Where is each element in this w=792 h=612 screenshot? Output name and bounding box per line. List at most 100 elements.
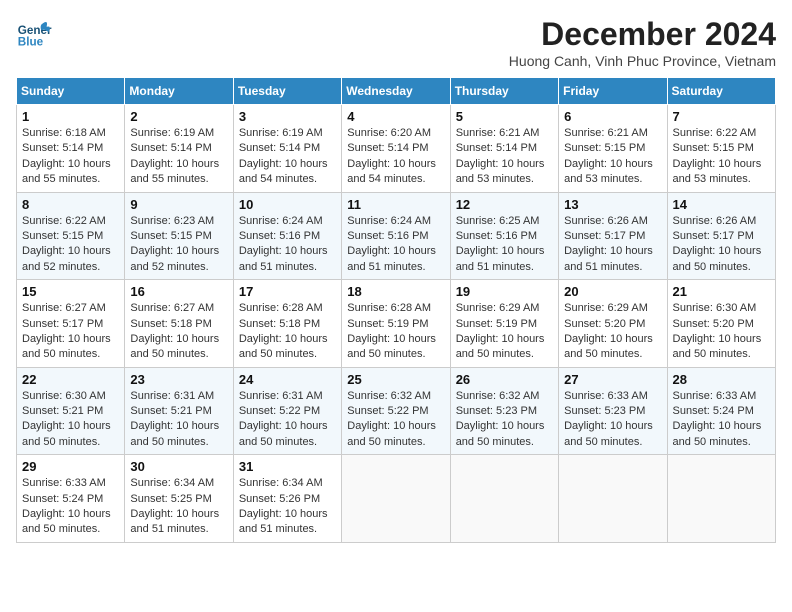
- table-row: 15 Sunrise: 6:27 AM Sunset: 5:17 PM Dayl…: [17, 280, 125, 368]
- day-info: Sunrise: 6:30 AM Sunset: 5:21 PM Dayligh…: [22, 389, 119, 451]
- day-info: Sunrise: 6:30 AM Sunset: 5:20 PM Dayligh…: [673, 301, 770, 363]
- day-number: 26: [456, 372, 553, 387]
- day-info: Sunrise: 6:33 AM Sunset: 5:24 PM Dayligh…: [673, 389, 770, 451]
- logo-icon: General Blue: [16, 16, 52, 52]
- calendar-week-row: 8 Sunrise: 6:22 AM Sunset: 5:15 PM Dayli…: [17, 192, 776, 280]
- calendar-week-row: 15 Sunrise: 6:27 AM Sunset: 5:17 PM Dayl…: [17, 280, 776, 368]
- day-info: Sunrise: 6:34 AM Sunset: 5:25 PM Dayligh…: [130, 476, 227, 538]
- day-number: 8: [22, 197, 119, 212]
- table-row: 22 Sunrise: 6:30 AM Sunset: 5:21 PM Dayl…: [17, 367, 125, 455]
- day-number: 27: [564, 372, 661, 387]
- day-number: 4: [347, 109, 444, 124]
- col-thursday: Thursday: [450, 78, 558, 105]
- day-number: 3: [239, 109, 336, 124]
- day-number: 1: [22, 109, 119, 124]
- page-header: General Blue December 2024 Huong Canh, V…: [16, 16, 776, 69]
- col-monday: Monday: [125, 78, 233, 105]
- day-number: 7: [673, 109, 770, 124]
- table-row: 20 Sunrise: 6:29 AM Sunset: 5:20 PM Dayl…: [559, 280, 667, 368]
- table-row: 4 Sunrise: 6:20 AM Sunset: 5:14 PM Dayli…: [342, 105, 450, 193]
- day-number: 16: [130, 284, 227, 299]
- day-number: 30: [130, 459, 227, 474]
- table-row: 8 Sunrise: 6:22 AM Sunset: 5:15 PM Dayli…: [17, 192, 125, 280]
- location: Huong Canh, Vinh Phuc Province, Vietnam: [509, 53, 776, 69]
- table-row: 23 Sunrise: 6:31 AM Sunset: 5:21 PM Dayl…: [125, 367, 233, 455]
- calendar-header-row: Sunday Monday Tuesday Wednesday Thursday…: [17, 78, 776, 105]
- table-row: 6 Sunrise: 6:21 AM Sunset: 5:15 PM Dayli…: [559, 105, 667, 193]
- day-info: Sunrise: 6:32 AM Sunset: 5:22 PM Dayligh…: [347, 389, 444, 451]
- table-row: 30 Sunrise: 6:34 AM Sunset: 5:25 PM Dayl…: [125, 455, 233, 543]
- title-block: December 2024 Huong Canh, Vinh Phuc Prov…: [509, 16, 776, 69]
- day-number: 18: [347, 284, 444, 299]
- day-info: Sunrise: 6:31 AM Sunset: 5:22 PM Dayligh…: [239, 389, 336, 451]
- table-row: 16 Sunrise: 6:27 AM Sunset: 5:18 PM Dayl…: [125, 280, 233, 368]
- day-number: 17: [239, 284, 336, 299]
- day-info: Sunrise: 6:19 AM Sunset: 5:14 PM Dayligh…: [130, 126, 227, 188]
- day-number: 12: [456, 197, 553, 212]
- table-row: 26 Sunrise: 6:32 AM Sunset: 5:23 PM Dayl…: [450, 367, 558, 455]
- col-sunday: Sunday: [17, 78, 125, 105]
- table-row: 21 Sunrise: 6:30 AM Sunset: 5:20 PM Dayl…: [667, 280, 775, 368]
- day-number: 6: [564, 109, 661, 124]
- day-number: 31: [239, 459, 336, 474]
- col-friday: Friday: [559, 78, 667, 105]
- table-row: [450, 455, 558, 543]
- day-info: Sunrise: 6:19 AM Sunset: 5:14 PM Dayligh…: [239, 126, 336, 188]
- day-info: Sunrise: 6:21 AM Sunset: 5:14 PM Dayligh…: [456, 126, 553, 188]
- day-info: Sunrise: 6:25 AM Sunset: 5:16 PM Dayligh…: [456, 214, 553, 276]
- table-row: [559, 455, 667, 543]
- day-number: 28: [673, 372, 770, 387]
- table-row: 31 Sunrise: 6:34 AM Sunset: 5:26 PM Dayl…: [233, 455, 341, 543]
- table-row: 24 Sunrise: 6:31 AM Sunset: 5:22 PM Dayl…: [233, 367, 341, 455]
- day-number: 19: [456, 284, 553, 299]
- day-info: Sunrise: 6:24 AM Sunset: 5:16 PM Dayligh…: [347, 214, 444, 276]
- day-info: Sunrise: 6:20 AM Sunset: 5:14 PM Dayligh…: [347, 126, 444, 188]
- day-number: 25: [347, 372, 444, 387]
- day-info: Sunrise: 6:23 AM Sunset: 5:15 PM Dayligh…: [130, 214, 227, 276]
- day-info: Sunrise: 6:18 AM Sunset: 5:14 PM Dayligh…: [22, 126, 119, 188]
- day-info: Sunrise: 6:27 AM Sunset: 5:17 PM Dayligh…: [22, 301, 119, 363]
- day-info: Sunrise: 6:28 AM Sunset: 5:18 PM Dayligh…: [239, 301, 336, 363]
- day-number: 9: [130, 197, 227, 212]
- table-row: 3 Sunrise: 6:19 AM Sunset: 5:14 PM Dayli…: [233, 105, 341, 193]
- table-row: 5 Sunrise: 6:21 AM Sunset: 5:14 PM Dayli…: [450, 105, 558, 193]
- day-info: Sunrise: 6:26 AM Sunset: 5:17 PM Dayligh…: [673, 214, 770, 276]
- day-number: 23: [130, 372, 227, 387]
- day-info: Sunrise: 6:22 AM Sunset: 5:15 PM Dayligh…: [22, 214, 119, 276]
- calendar-table: Sunday Monday Tuesday Wednesday Thursday…: [16, 77, 776, 543]
- day-number: 2: [130, 109, 227, 124]
- table-row: [342, 455, 450, 543]
- calendar-week-row: 29 Sunrise: 6:33 AM Sunset: 5:24 PM Dayl…: [17, 455, 776, 543]
- day-info: Sunrise: 6:28 AM Sunset: 5:19 PM Dayligh…: [347, 301, 444, 363]
- table-row: 17 Sunrise: 6:28 AM Sunset: 5:18 PM Dayl…: [233, 280, 341, 368]
- table-row: 18 Sunrise: 6:28 AM Sunset: 5:19 PM Dayl…: [342, 280, 450, 368]
- month-title: December 2024: [509, 16, 776, 53]
- table-row: 27 Sunrise: 6:33 AM Sunset: 5:23 PM Dayl…: [559, 367, 667, 455]
- table-row: 14 Sunrise: 6:26 AM Sunset: 5:17 PM Dayl…: [667, 192, 775, 280]
- day-info: Sunrise: 6:21 AM Sunset: 5:15 PM Dayligh…: [564, 126, 661, 188]
- day-info: Sunrise: 6:34 AM Sunset: 5:26 PM Dayligh…: [239, 476, 336, 538]
- table-row: 29 Sunrise: 6:33 AM Sunset: 5:24 PM Dayl…: [17, 455, 125, 543]
- calendar-week-row: 1 Sunrise: 6:18 AM Sunset: 5:14 PM Dayli…: [17, 105, 776, 193]
- day-number: 5: [456, 109, 553, 124]
- table-row: 12 Sunrise: 6:25 AM Sunset: 5:16 PM Dayl…: [450, 192, 558, 280]
- logo: General Blue: [16, 16, 52, 52]
- day-info: Sunrise: 6:33 AM Sunset: 5:23 PM Dayligh…: [564, 389, 661, 451]
- table-row: 1 Sunrise: 6:18 AM Sunset: 5:14 PM Dayli…: [17, 105, 125, 193]
- table-row: 7 Sunrise: 6:22 AM Sunset: 5:15 PM Dayli…: [667, 105, 775, 193]
- day-info: Sunrise: 6:29 AM Sunset: 5:20 PM Dayligh…: [564, 301, 661, 363]
- table-row: 10 Sunrise: 6:24 AM Sunset: 5:16 PM Dayl…: [233, 192, 341, 280]
- table-row: 9 Sunrise: 6:23 AM Sunset: 5:15 PM Dayli…: [125, 192, 233, 280]
- day-number: 11: [347, 197, 444, 212]
- day-number: 13: [564, 197, 661, 212]
- col-tuesday: Tuesday: [233, 78, 341, 105]
- day-number: 24: [239, 372, 336, 387]
- svg-text:Blue: Blue: [18, 36, 44, 49]
- day-info: Sunrise: 6:27 AM Sunset: 5:18 PM Dayligh…: [130, 301, 227, 363]
- table-row: 2 Sunrise: 6:19 AM Sunset: 5:14 PM Dayli…: [125, 105, 233, 193]
- day-number: 21: [673, 284, 770, 299]
- day-number: 20: [564, 284, 661, 299]
- day-number: 15: [22, 284, 119, 299]
- day-info: Sunrise: 6:22 AM Sunset: 5:15 PM Dayligh…: [673, 126, 770, 188]
- table-row: 19 Sunrise: 6:29 AM Sunset: 5:19 PM Dayl…: [450, 280, 558, 368]
